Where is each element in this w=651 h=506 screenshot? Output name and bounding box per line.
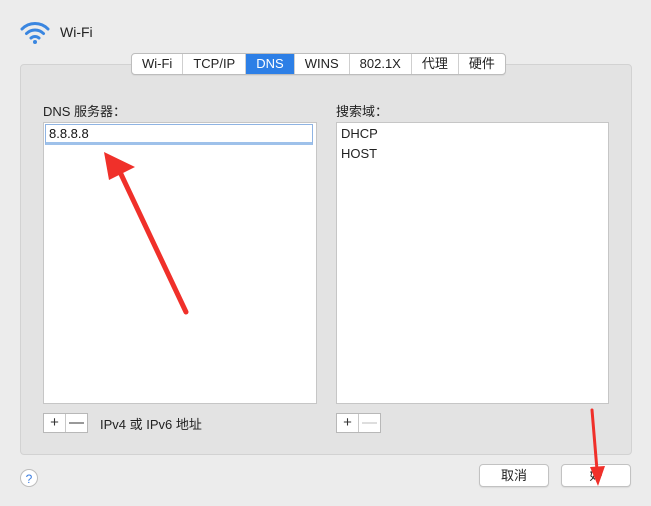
ok-button[interactable]: 好 (561, 464, 631, 487)
wifi-icon (20, 22, 50, 44)
tab-wifi[interactable]: Wi-Fi (132, 54, 184, 74)
tab-hardware[interactable]: 硬件 (459, 54, 505, 74)
add-dns-server-button[interactable]: + (44, 414, 66, 432)
domain-add-remove-group: + — (336, 413, 381, 433)
dns-server-entry[interactable]: 8.8.8.8 (45, 124, 313, 145)
tab-proxy[interactable]: 代理 (412, 54, 459, 74)
help-button[interactable]: ? (20, 469, 38, 487)
tab-8021x[interactable]: 802.1X (350, 54, 412, 74)
tab-tcpip[interactable]: TCP/IP (183, 54, 247, 74)
list-item[interactable]: DHCP (341, 126, 378, 141)
dns-servers-label: DNS 服务器： (43, 104, 127, 119)
tab-dns[interactable]: DNS (246, 54, 295, 74)
remove-dns-server-button[interactable]: — (66, 414, 87, 432)
window-title: Wi-Fi (60, 24, 93, 40)
cancel-button[interactable]: 取消 (479, 464, 549, 487)
dns-server-value: 8.8.8.8 (49, 126, 89, 141)
settings-tabs: Wi-Fi TCP/IP DNS WINS 802.1X 代理 硬件 (131, 53, 506, 75)
dns-add-remove-group: + — (43, 413, 88, 433)
dns-servers-list[interactable]: 8.8.8.8 (43, 122, 317, 404)
list-item[interactable]: HOST (341, 146, 377, 161)
add-search-domain-button[interactable]: + (337, 414, 359, 432)
dns-address-hint: IPv4 或 IPv6 地址 (100, 417, 202, 432)
search-domains-label: 搜索域： (336, 104, 389, 119)
tab-wins[interactable]: WINS (295, 54, 350, 74)
search-domains-list[interactable]: DHCP HOST (336, 122, 609, 404)
remove-search-domain-button[interactable]: — (359, 414, 380, 432)
